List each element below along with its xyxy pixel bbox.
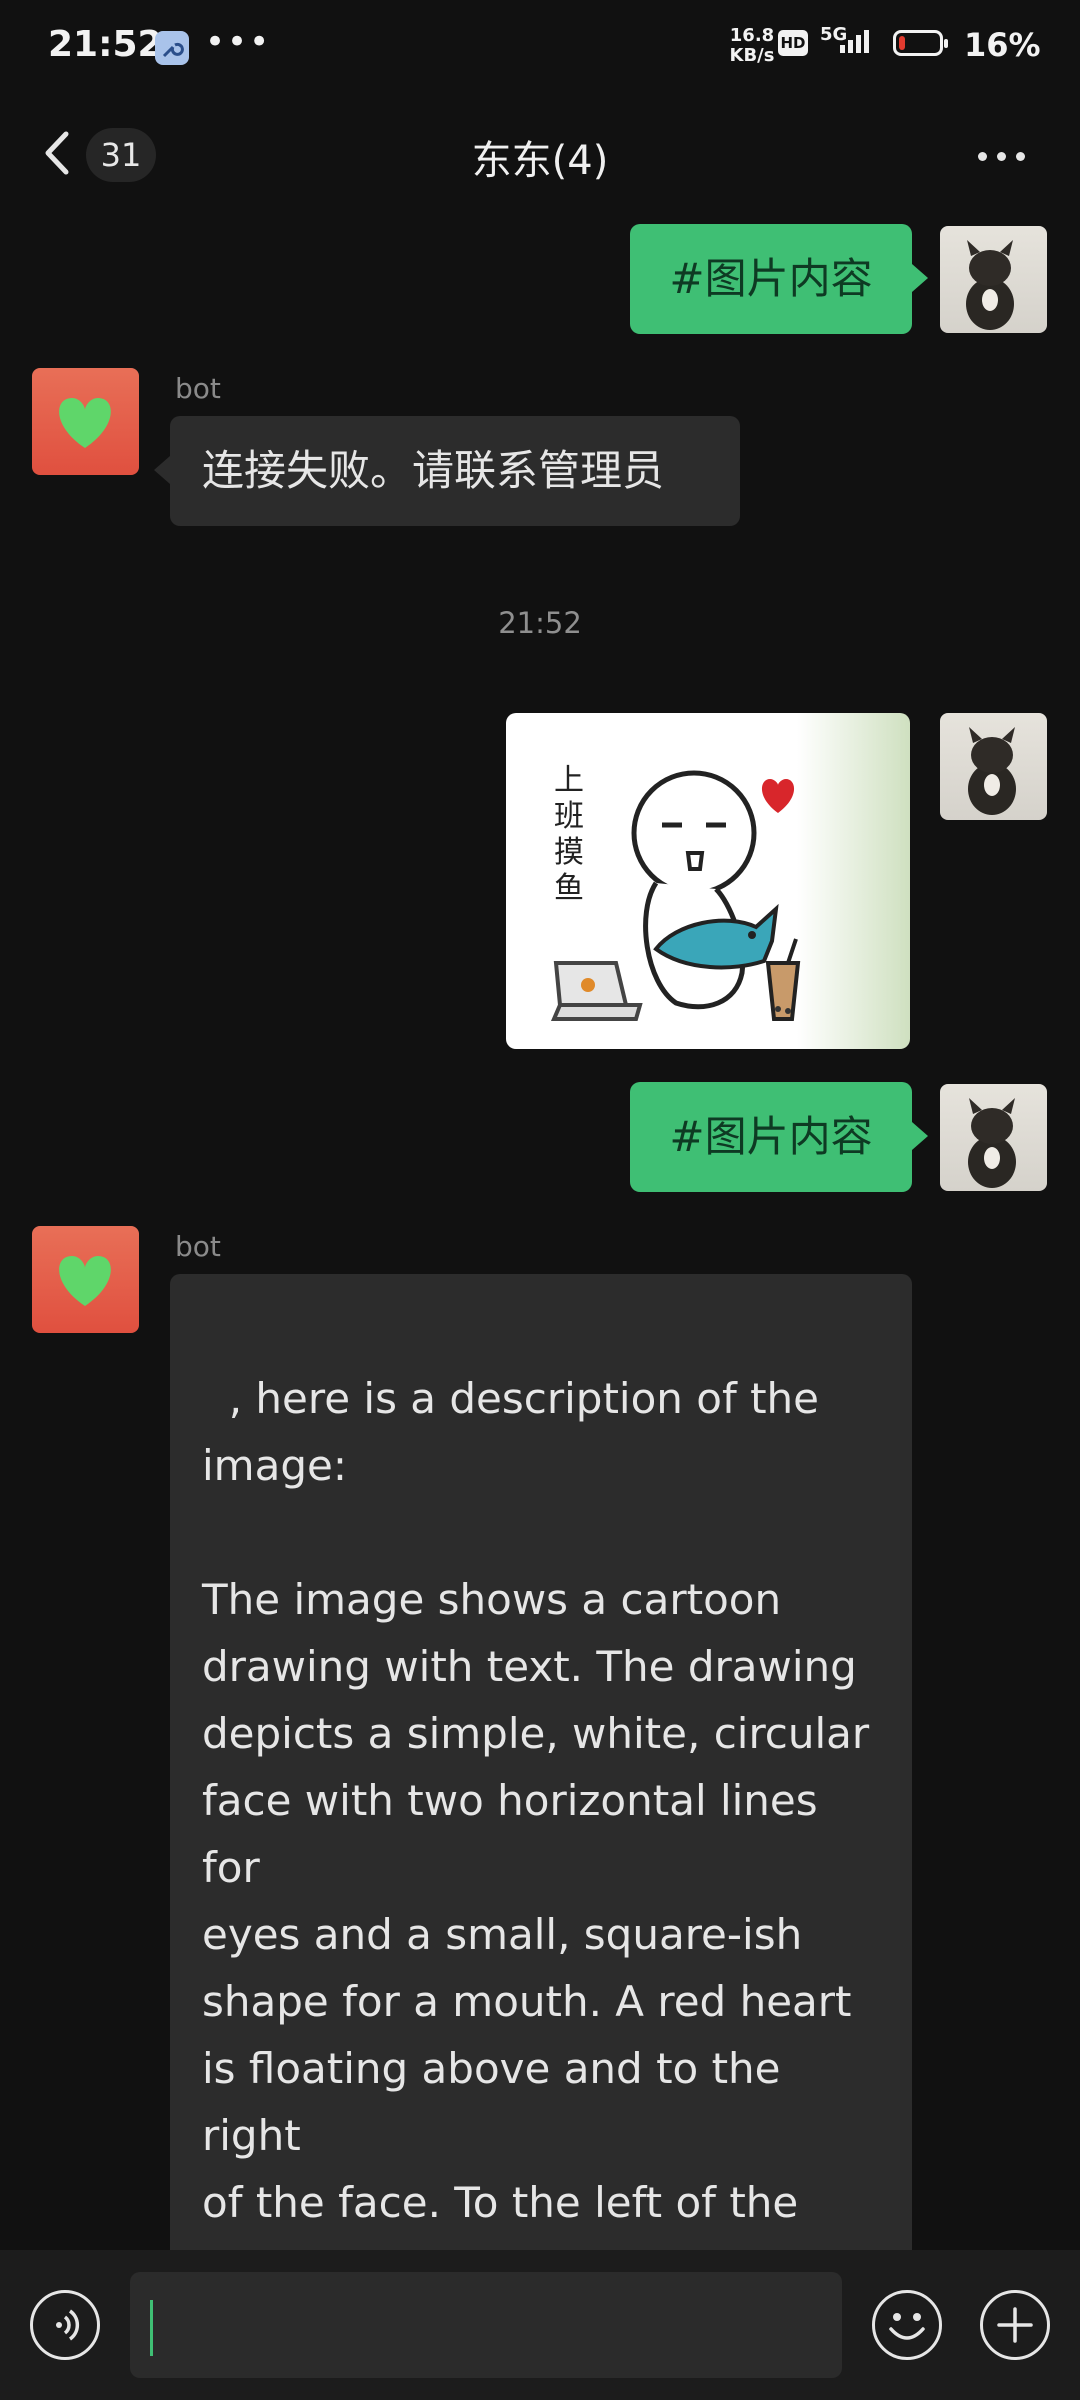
status-more-icon: ••• — [205, 22, 272, 62]
status-time: 21:52 — [48, 24, 163, 65]
battery-percent: 16% — [964, 26, 1041, 64]
sender-name: bot — [175, 372, 221, 405]
chat-input-bar — [0, 2250, 1080, 2400]
emoji-icon — [889, 2313, 925, 2340]
user-avatar[interactable] — [940, 1084, 1047, 1191]
network-speed: 16.8 KB/s — [722, 26, 782, 66]
message-text: #图片内容 — [669, 254, 873, 303]
message-input[interactable] — [130, 2272, 842, 2378]
incoming-message-bubble[interactable]: , here is a description of the image: Th… — [170, 1274, 912, 2254]
image-caption-text: 上班摸鱼 — [554, 763, 584, 906]
heart-avatar-icon — [59, 398, 111, 448]
chat-header: 31 东东(4) — [0, 100, 1080, 210]
sender-name: bot — [175, 1230, 221, 1263]
plus-icon — [997, 2307, 1033, 2343]
plus-button[interactable] — [980, 2290, 1050, 2360]
incoming-message-bubble[interactable]: 连接失败。请联系管理员 — [154, 416, 740, 526]
bot-avatar[interactable] — [32, 1226, 139, 1333]
user-avatar[interactable] — [940, 226, 1047, 333]
hd-badge: HD — [778, 30, 808, 56]
message-timestamp: 21:52 — [498, 606, 582, 640]
speed-value: 16.8 — [729, 25, 775, 46]
text-caret — [150, 2300, 153, 2356]
battery-fill — [899, 36, 905, 50]
message-text: 连接失败。请联系管理员 — [202, 446, 665, 495]
speed-unit: KB/s — [729, 45, 775, 66]
emoji-button[interactable] — [872, 2290, 942, 2360]
outgoing-message-bubble[interactable]: #图片内容 — [630, 224, 928, 334]
chat-title: 东东(4) — [471, 138, 609, 184]
status-bar: 21:52 ••• 16.8 KB/s HD 5G 16% — [0, 0, 1080, 92]
dog-avatar-image — [968, 727, 1016, 815]
voice-icon — [56, 2309, 80, 2341]
message-text: #图片内容 — [669, 1112, 873, 1161]
more-icon[interactable] — [972, 136, 1032, 176]
bot-avatar[interactable] — [32, 368, 139, 475]
wrench-icon — [155, 31, 189, 65]
dog-avatar-image — [966, 240, 1014, 330]
voice-button[interactable] — [30, 2290, 100, 2360]
battery-icon — [893, 30, 948, 56]
user-avatar[interactable] — [940, 713, 1047, 820]
heart-avatar-icon — [59, 1256, 111, 1306]
outgoing-message-bubble[interactable]: #图片内容 — [630, 1082, 928, 1192]
dog-avatar-image — [968, 1098, 1016, 1188]
signal-icon — [840, 30, 872, 53]
message-text: , here is a description of the image: Th… — [202, 1374, 870, 2254]
outgoing-image-message[interactable]: 上班摸鱼 — [506, 713, 910, 1049]
